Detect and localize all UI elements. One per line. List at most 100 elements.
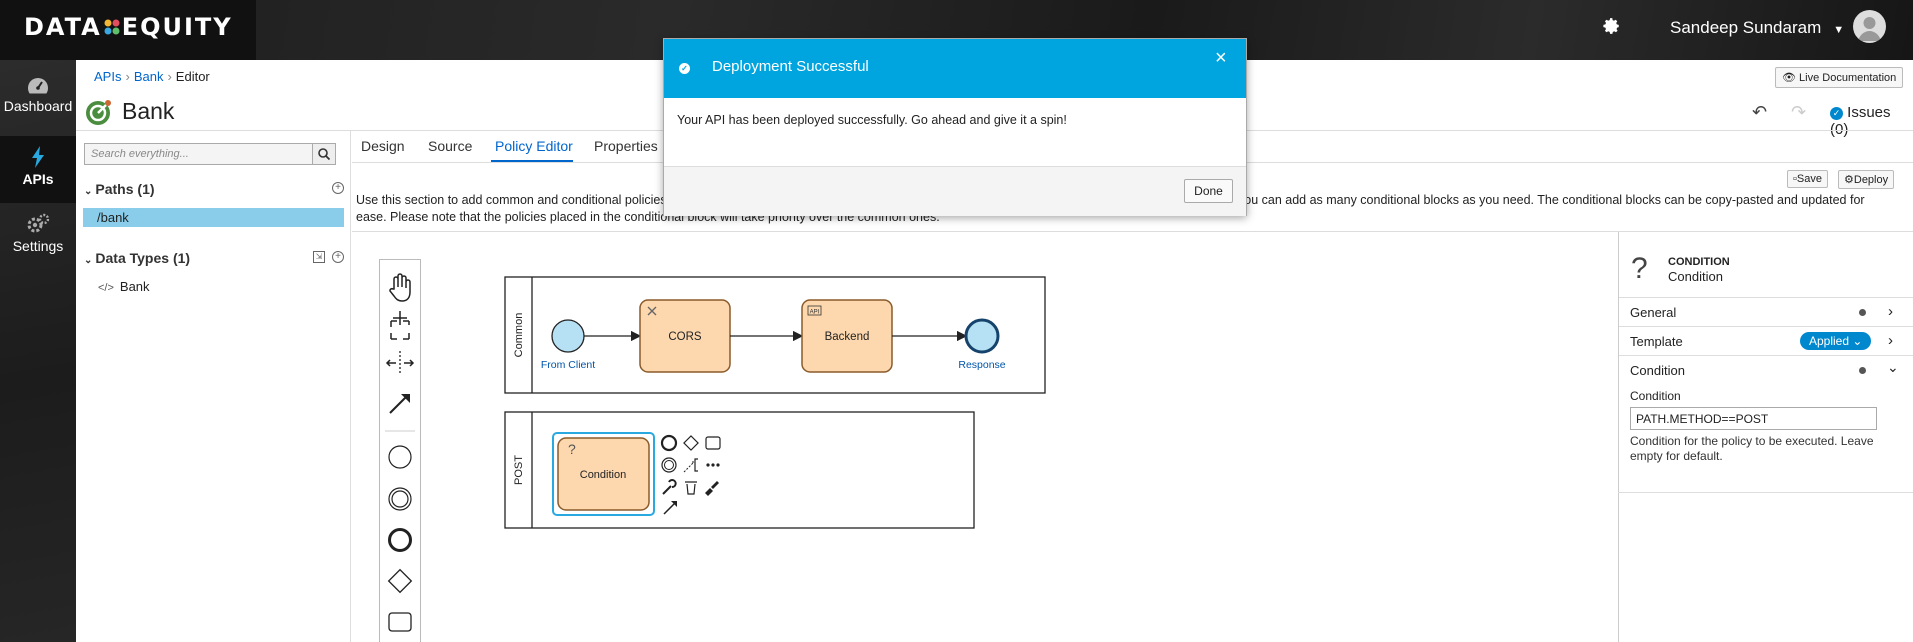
modal-footer [664,166,1246,216]
more-options-icon[interactable] [706,463,720,467]
api-logo-icon [84,99,112,130]
save-button[interactable]: ▫Save [1787,170,1828,188]
tab-properties[interactable]: Properties [594,138,658,154]
modal-header: ✓ Deployment Successful × [664,39,1246,98]
api-badge-label: API [810,310,820,316]
nav-apis[interactable]: APIs [0,136,76,203]
end-event-icon[interactable] [388,528,412,552]
question-icon: ? [1631,252,1648,285]
hand-tool-icon[interactable] [389,273,411,302]
condition-label: Condition [580,469,626,481]
tab-design[interactable]: Design [361,138,405,154]
response-label: Response [958,359,1005,371]
datatypes-title: Data Types (1) [95,250,191,266]
policy-diagram: Common From Client CORS API Backend Resp… [504,276,1046,529]
lasso-tool-icon[interactable] [390,311,410,340]
search-input[interactable]: Search everything... [84,143,321,165]
save-label: Save [1796,173,1822,185]
applied-badge-label: Applied [1809,334,1850,348]
datatypes-section-header[interactable]: ⌄ Data Types (1) [84,250,190,266]
chevron-right-icon: › [1888,332,1893,349]
eye-icon: 👁 [1782,72,1796,84]
deploy-label: Deploy [1853,174,1889,186]
start-event-icon[interactable] [388,445,412,469]
user-name: Sandeep Sundaram [1670,18,1822,37]
start-event-from-client[interactable] [551,319,585,353]
chevron-down-icon: ⌄ [84,255,93,266]
api-title: Bank [122,98,175,124]
tab-source[interactable]: Source [428,138,472,154]
chevron-right-icon: › [1888,303,1893,320]
deploy-button[interactable]: ⚙Deploy [1838,170,1895,189]
connect-tool-icon[interactable] [389,394,410,414]
live-documentation-label: Live Documentation [1799,72,1897,84]
paths-section-header[interactable]: ⌄ Paths (1) [84,181,155,197]
section-condition[interactable]: Condition ⌄ [1619,355,1913,384]
section-general-label: General [1630,305,1677,320]
paths-title: Paths (1) [95,181,155,197]
modal-body: Your API has been deployed successfully.… [664,98,1246,166]
lane-post-label: POST [513,455,525,485]
logo-dots-icon [102,15,122,35]
nav-settings[interactable]: Settings [0,203,76,270]
gateway-icon[interactable] [387,568,413,594]
dashboard-icon [28,78,49,94]
section-template[interactable]: Template Applied ⌄ › [1619,326,1913,355]
breadcrumb-bank[interactable]: Bank [134,69,164,84]
settings-gear-icon[interactable] [1603,17,1621,38]
question-icon: ? [568,441,576,457]
description-line1-tail: You can add as many conditional blocks a… [1237,193,1865,207]
bolt-icon [32,146,44,168]
tab-policy-editor[interactable]: Policy Editor [495,138,573,154]
nav-dashboard[interactable]: Dashboard [0,67,76,134]
modal-title: Deployment Successful [712,58,869,75]
add-path-icon[interactable]: + [332,182,344,194]
nav-settings-label: Settings [12,238,64,254]
section-condition-label: Condition [1630,363,1685,378]
logo-text-left: DATA [24,13,102,41]
nav-apis-label: APIs [22,171,54,187]
nav-dashboard-label: Dashboard [3,98,73,114]
breadcrumb-editor: Editor [175,69,210,84]
condition-field-label: Condition [1630,389,1681,403]
panel-element-name: Condition [1668,269,1723,284]
dot-indicator-icon [1859,367,1866,374]
modal-message: Your API has been deployed successfully.… [677,113,1067,127]
palette-tools [385,273,415,632]
divider [1618,492,1913,493]
datatype-item-bank[interactable]: </> Bank [98,279,150,294]
dot-indicator-icon [1859,309,1866,316]
condition-help-text: Condition for the policy to be executed.… [1630,434,1874,463]
live-documentation-button[interactable]: 👁 Live Documentation [1775,67,1904,88]
user-menu[interactable]: Sandeep Sundaram ▼ [1670,18,1844,38]
breadcrumb-apis[interactable]: APIs [94,69,121,84]
logo-text-right: EQUITY [121,13,233,41]
left-panel [76,130,351,642]
intermediate-event-icon[interactable] [388,487,412,511]
import-datatype-icon[interactable]: ⇲ [313,251,325,263]
section-general[interactable]: General › [1619,297,1913,326]
condition-input[interactable]: PATH.METHOD==POST [1630,407,1877,430]
undo-icon[interactable]: ↶ [1752,102,1767,123]
redo-icon[interactable]: ↷ [1791,102,1806,123]
breadcrumb: APIs › Bank › Editor [94,69,210,84]
check-circle-icon: ✓ [679,63,690,74]
from-client-label: From Client [541,359,595,371]
chevron-down-icon: ⌄ [1852,334,1863,348]
end-event-response[interactable] [964,318,1000,354]
check-circle-icon: ✓ [1830,107,1843,120]
close-icon[interactable]: × [1215,47,1227,70]
code-icon: </> [98,282,114,294]
task-icon[interactable] [388,612,412,632]
applied-badge[interactable]: Applied ⌄ [1800,332,1872,350]
done-button[interactable]: Done [1184,179,1233,203]
space-tool-icon[interactable] [385,351,415,375]
chevron-down-icon: ⌄ [84,186,93,197]
add-datatype-icon[interactable]: + [332,251,344,263]
avatar[interactable] [1853,10,1886,43]
gear-icon: ⚙ [1844,174,1854,186]
path-item-bank[interactable]: /bank [83,208,344,227]
search-button[interactable] [312,143,336,165]
lane-common[interactable] [504,276,1046,394]
gears-icon [27,213,50,233]
